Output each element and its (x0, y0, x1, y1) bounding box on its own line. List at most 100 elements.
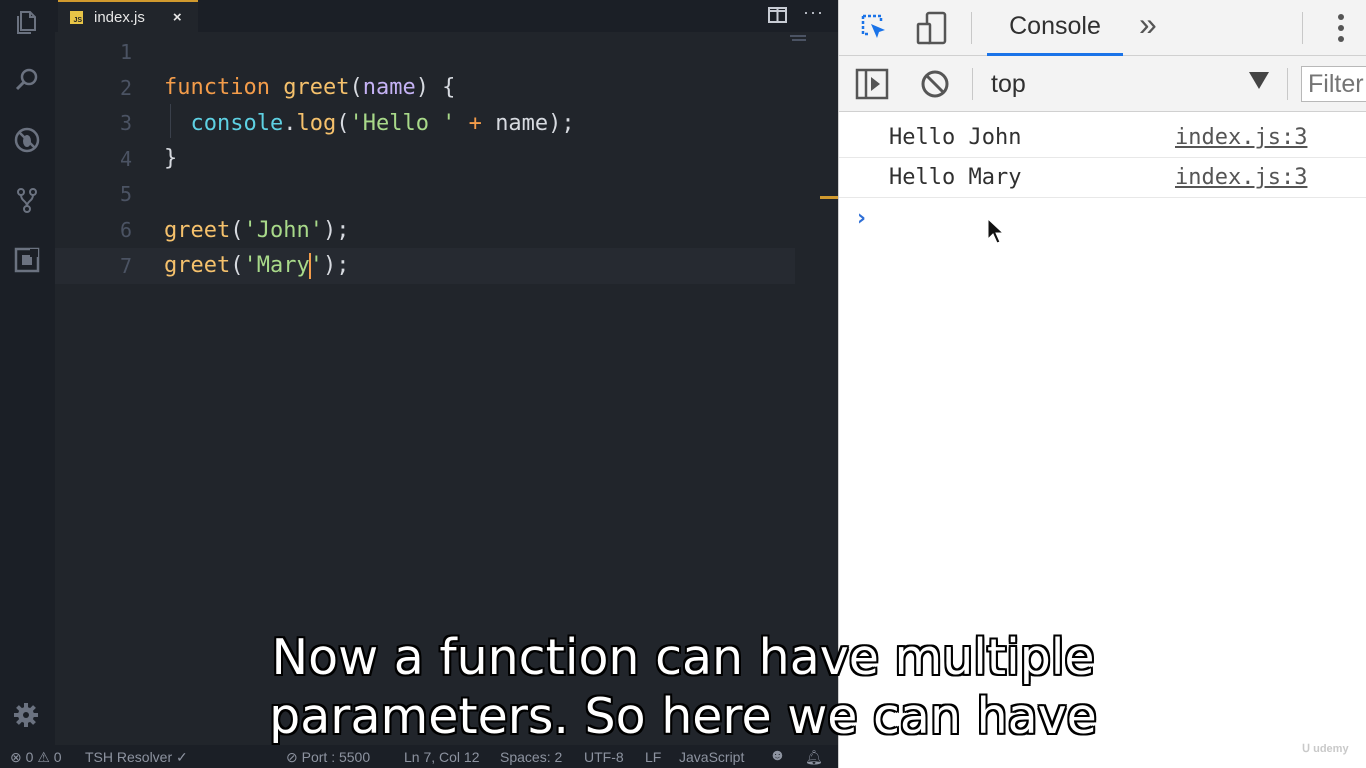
code-line[interactable]: 7 greet('Mary'); (55, 247, 795, 284)
code-token: console (190, 110, 284, 136)
code-text: greet('Mary'); (164, 252, 350, 279)
watermark-logo-icon: ᑌ udemy (1302, 743, 1349, 755)
code-token: 'John' (243, 217, 323, 243)
code-token: ( (336, 110, 350, 136)
code-token: ' (309, 252, 323, 278)
dropdown-arrow-icon[interactable] (1249, 72, 1269, 89)
tab-console[interactable]: Console (987, 0, 1123, 56)
encoding[interactable]: UTF-8 (584, 749, 624, 765)
error-icon: ⊗ (10, 749, 22, 765)
log-text: Hello John (889, 125, 1022, 150)
tsh-resolver[interactable]: TSH Resolver ✓ (85, 749, 188, 766)
clear-console-icon[interactable] (919, 68, 951, 100)
feedback-smiley-icon[interactable]: ☻ (769, 747, 786, 765)
end-of-line[interactable]: LF (645, 749, 661, 765)
problems-indicator[interactable]: ⊗ 0 ⚠ 0 (10, 749, 62, 766)
source-control-icon[interactable] (11, 184, 43, 216)
code-token: + (455, 110, 496, 136)
code-token: ); (322, 252, 350, 278)
code-line[interactable]: 1 (55, 34, 795, 70)
live-server-port[interactable]: ⊘ Port : 5500 (286, 749, 370, 766)
caption-line: parameters. So here we can have (269, 688, 1097, 745)
mouse-pointer-icon (987, 218, 1005, 244)
code-token: 'Hello ' (349, 110, 456, 136)
warning-count: 0 (53, 749, 62, 765)
status-bar: ⊗ 0 ⚠ 0 TSH Resolver ✓ ⊘ Port : 5500 Ln … (0, 745, 838, 768)
cursor-position[interactable]: Ln 7, Col 12 (404, 749, 480, 765)
log-text: Hello Mary (889, 165, 1022, 190)
toolbar-separator (1302, 12, 1303, 44)
port-icon: ⊘ (286, 749, 302, 765)
warning-icon: ⚠ (37, 749, 50, 765)
split-editor-icon[interactable] (767, 5, 789, 25)
context-value: top (991, 69, 1026, 98)
kebab-menu-icon[interactable] (1335, 12, 1347, 44)
notifications-bell-icon[interactable]: 🔔︎ (805, 749, 823, 766)
extensions-icon[interactable] (11, 244, 43, 276)
code-line[interactable]: 4} (55, 141, 795, 177)
log-source-link[interactable]: index.js:3 (1175, 125, 1307, 150)
code-line[interactable]: 5 (55, 176, 795, 212)
code-text: console.log('Hello ' + name); (164, 111, 575, 136)
code-token: name (362, 75, 416, 101)
error-count: 0 (25, 749, 34, 765)
port-label: Port : 5500 (301, 749, 371, 765)
line-number: 6 (119, 218, 132, 242)
code-token: ); (548, 110, 575, 136)
scrollbar-marker (820, 196, 838, 199)
code-token: ) { (415, 75, 456, 101)
console-toolbar: top (839, 56, 1366, 112)
code-token: . (283, 110, 297, 136)
line-number: 4 (119, 146, 132, 171)
code-token: log (296, 110, 337, 136)
caption-line: Now a function can have multiple (271, 629, 1095, 686)
line-number: 5 (119, 182, 132, 207)
code-token: ); (322, 217, 350, 243)
video-captions: Now a function can have multiple paramet… (0, 628, 1366, 746)
editor-tab-bar: JS index.js × ··· (55, 0, 838, 32)
toolbar-separator (971, 12, 972, 44)
show-sidebar-icon[interactable] (855, 68, 889, 100)
debug-icon[interactable] (11, 124, 43, 156)
code-token: ( (230, 252, 244, 278)
code-token: greet (164, 252, 231, 278)
device-toolbar-icon[interactable] (915, 10, 949, 46)
code-line[interactable]: 3 console.log('Hello ' + name); (55, 105, 795, 141)
filter-input[interactable] (1301, 66, 1366, 102)
more-actions-icon[interactable]: ··· (803, 2, 824, 23)
log-source-link[interactable]: index.js:3 (1175, 165, 1307, 190)
line-number: 1 (119, 40, 132, 64)
code-token: 'Mary (243, 252, 310, 278)
code-token: } (164, 146, 178, 172)
code-line[interactable]: 6 greet('John'); (55, 212, 795, 248)
tab-index-js[interactable]: JS index.js × (58, 0, 198, 32)
console-prompt-icon[interactable]: › (857, 206, 866, 231)
code-token: ( (349, 75, 363, 101)
line-number: 2 (119, 75, 132, 100)
indentation[interactable]: Spaces: 2 (500, 749, 562, 765)
javascript-file-icon: JS (70, 10, 83, 24)
line-number: 7 (119, 253, 132, 278)
language-mode[interactable]: JavaScript (679, 749, 744, 765)
close-tab-icon[interactable]: × (173, 9, 182, 26)
devtools-tabbar: Console » (839, 0, 1366, 56)
inspect-element-icon[interactable] (859, 12, 891, 44)
code-text: } (164, 146, 177, 171)
code-token: greet (283, 75, 350, 101)
execution-context-select[interactable]: top (991, 66, 1289, 102)
console-message: Hello John index.js:3 (839, 118, 1366, 158)
line-number: 3 (119, 111, 132, 136)
more-tabs-icon[interactable]: » (1139, 6, 1157, 43)
code-token: ( (230, 217, 244, 243)
code-line[interactable]: 2 function greet(name) { (55, 70, 795, 106)
search-icon[interactable] (11, 64, 43, 96)
code-token: greet (164, 217, 231, 243)
toolbar-separator (972, 68, 973, 100)
console-message: Hello Mary index.js:3 (839, 158, 1366, 198)
code-token: name (495, 110, 549, 136)
tab-label: index.js (94, 8, 145, 26)
explorer-icon[interactable] (11, 6, 43, 38)
code-text: function greet(name) { (164, 75, 455, 100)
